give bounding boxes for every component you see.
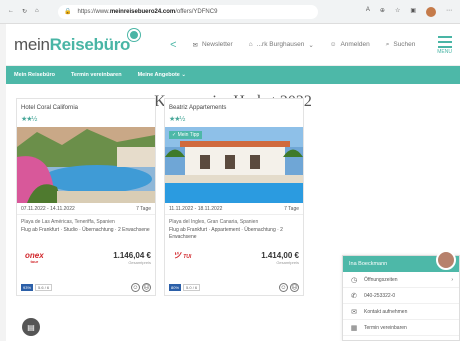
price: 1.414,00 € <box>261 251 299 260</box>
location-text: Playa del Ingles, Gran Canaria, Spanien <box>169 219 259 225</box>
newsletter-link[interactable]: ✉ Newsletter <box>193 41 233 49</box>
travel-dates: 07.11.2022 - 14.11.2022 <box>21 206 75 212</box>
star-rating: ★★½ <box>21 116 37 123</box>
tip-badge: ✓ Mein Tipp <box>169 131 203 139</box>
appointment-row[interactable]: ▦ Termin vereinbaren <box>343 320 459 336</box>
rating-score: 5.6 / 6 <box>35 284 53 291</box>
site-header: meinReisebüro < ✉ Newsletter ⌂ ...rk Burgh… <box>6 24 460 66</box>
home-icon[interactable]: ⌂ <box>35 8 39 15</box>
price-label: Gesamtpreis <box>276 260 299 265</box>
favorite-icon[interactable]: ☆ <box>395 7 400 17</box>
trip-details: Flug ab Frankfurt · Studio · Übernachtun… <box>21 227 150 233</box>
more-icon[interactable]: ⋯ <box>446 7 452 17</box>
tui-smile-icon: ツ <box>173 251 181 260</box>
reload-icon[interactable]: ↻ <box>22 8 27 15</box>
phone-icon: ✆ <box>351 292 357 300</box>
offer-card[interactable]: Beatriz Appartements ★★½ ✓ Mein Tipp 11.… <box>164 98 304 296</box>
trip-details: Flug ab Frankfurt · Appartement · Überna… <box>169 227 283 240</box>
logo[interactable]: meinReisebüro <box>14 28 141 55</box>
customer-rating: 93% 5.6 / 6 <box>21 284 53 291</box>
mail-icon: ✉ <box>192 41 198 49</box>
floating-action-button[interactable]: ▤ <box>22 318 40 336</box>
browser-toolbar: ← ↻ ⌂ 🔒 https://www.meinreisebuero24.com… <box>0 0 460 24</box>
back-icon[interactable]: ← <box>8 8 14 15</box>
opening-hours-row[interactable]: ◷ Öffnungszeiten › <box>343 272 459 288</box>
profile-avatar[interactable] <box>426 6 436 17</box>
tour-operator-logo: onex tour <box>25 251 44 265</box>
calendar-icon: ▦ <box>350 324 358 332</box>
document-icon: ▤ <box>27 322 35 332</box>
check-icon: ✓ <box>172 132 177 138</box>
location-text: Playa de Las Américas, Teneriffa, Spanie… <box>21 219 115 225</box>
search-link[interactable]: ⌕ Suchen <box>386 41 416 49</box>
dislike-icon[interactable]: ☹ <box>290 283 299 292</box>
clock-icon: ◷ <box>350 276 358 284</box>
travel-duration: 7 Tage <box>136 206 151 212</box>
hotel-photo[interactable]: ✓ Mein Tipp <box>165 127 303 203</box>
star-rating: ★★½ <box>169 116 185 123</box>
mail-icon: ✉ <box>351 308 357 316</box>
phone-row[interactable]: ✆ 040-253322-0 <box>343 288 459 304</box>
zoom-icon[interactable]: ⊕ <box>380 7 385 17</box>
chevron-right-icon: › <box>451 276 453 283</box>
hotel-name: Hotel Coral California <box>21 105 79 111</box>
customer-rating: 80% 5.0 / 6 <box>169 284 201 291</box>
share-icon[interactable]: < <box>170 39 176 51</box>
travel-duration: 7 Tage <box>284 206 299 212</box>
chevron-down-icon: ⌄ <box>308 41 314 49</box>
offer-card[interactable]: Hotel Coral California ★★½ 07.11.2022 - … <box>16 98 156 296</box>
contact-header[interactable]: Ina Boeckmann <box>343 250 459 272</box>
price-label: Gesamtpreis <box>128 260 151 265</box>
read-aloud-icon[interactable]: A <box>366 7 370 17</box>
lock-icon: 🔒 <box>64 9 72 15</box>
travel-dates: 11.11.2022 - 18.11.2022 <box>169 206 223 212</box>
like-icon[interactable]: ☺ <box>131 283 140 292</box>
subnav-item-mein-reisebuero[interactable]: Mein Reisebüro <box>14 72 55 78</box>
building-icon: ⌂ <box>248 41 253 48</box>
user-icon: ☺ <box>329 41 337 48</box>
like-icon[interactable]: ☺ <box>279 283 288 292</box>
contact-row[interactable]: ✉ Kontakt aufnehmen <box>343 304 459 320</box>
rating-score: 5.0 / 6 <box>183 284 201 291</box>
collections-icon[interactable]: ▣ <box>410 7 416 17</box>
hotel-name: Beatriz Appartements <box>169 105 227 111</box>
sub-navigation: Mein Reisebüro Termin vereinbaren Meine … <box>6 66 460 84</box>
recommendation-badge: 93% <box>21 284 34 291</box>
login-link[interactable]: ☺ Anmelden <box>330 41 370 48</box>
search-icon: ⌕ <box>385 40 390 48</box>
agent-avatar <box>436 250 456 270</box>
hotel-photo[interactable] <box>17 127 155 203</box>
subnav-item-termin[interactable]: Termin vereinbaren <box>71 72 122 78</box>
dislike-icon[interactable]: ☹ <box>142 283 151 292</box>
chevron-down-icon: ⌄ <box>181 72 187 78</box>
menu-button[interactable]: MENU <box>437 34 452 55</box>
tour-operator-logo: ツ TUI <box>173 251 192 261</box>
contact-widget: Ina Boeckmann ◷ Öffnungszeiten › ✆ 040-253… <box>342 250 460 341</box>
offer-cards: Hotel Coral California ★★½ 07.11.2022 - … <box>16 98 304 296</box>
recommendation-badge: 80% <box>169 284 182 291</box>
logo-ball-icon <box>128 28 141 41</box>
subnav-item-angebote[interactable]: Meine Angebote ⌄ <box>138 72 186 78</box>
agent-name: Ina Boeckmann <box>349 261 388 267</box>
location-selector[interactable]: ⌂ ...rk Burghausen ⌄ <box>249 41 314 49</box>
address-bar[interactable]: 🔒 https://www.meinreisebuero24.com/offer… <box>58 4 318 19</box>
price: 1.146,04 € <box>113 251 151 260</box>
